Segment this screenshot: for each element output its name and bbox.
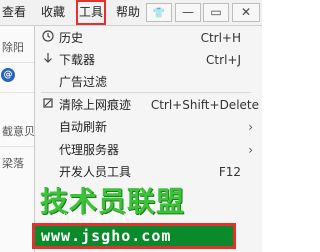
- menu-item-label: 下载器: [59, 53, 96, 67]
- menu-item-label: 自动刷新: [59, 120, 108, 134]
- site-logo-icon: @: [1, 68, 15, 82]
- eraser-icon: [41, 94, 55, 116]
- tools-dropdown-menu: 历史 Ctrl+H 下载器 Ctrl+J 广告过滤 清除上网痕迹 Ctrl+Sh…: [34, 26, 262, 252]
- menu-item-label: 历史: [59, 31, 84, 45]
- maximize-button[interactable]: ▭: [203, 3, 229, 22]
- chevron-right-icon: ›: [248, 143, 253, 157]
- shirt-icon: 👕: [152, 8, 166, 19]
- close-icon: ✕: [240, 5, 252, 19]
- background-page: 除阳 @ 截意贝 梁落: [0, 26, 34, 252]
- menu-item-auto-refresh[interactable]: 自动刷新 ›: [35, 116, 263, 138]
- menu-item-label: 代理服务器: [59, 143, 120, 157]
- background-text: 除阳: [2, 41, 24, 54]
- menu-view[interactable]: 查看: [0, 0, 28, 25]
- maximize-icon: ▭: [210, 5, 222, 19]
- menu-item-downloader[interactable]: 下载器 Ctrl+J: [35, 49, 263, 71]
- divider: [0, 92, 34, 93]
- menu-item-history[interactable]: 历史 Ctrl+H: [35, 27, 263, 49]
- minimize-button[interactable]: —: [175, 3, 201, 22]
- clock-icon: [41, 27, 55, 49]
- menu-bar: 查看 收藏 工具 帮助 👕 — ▭ ✕: [0, 0, 262, 26]
- menu-item-label: 开发人员工具: [59, 165, 132, 179]
- download-arrow-icon: [41, 49, 55, 71]
- shortcut-text: Ctrl+H: [200, 31, 241, 45]
- close-button[interactable]: ✕: [232, 3, 260, 22]
- divider: [0, 146, 34, 147]
- menu-item-ad-filter[interactable]: 广告过滤: [35, 71, 263, 93]
- menu-item-label: 广告过滤: [59, 75, 108, 89]
- menu-item-proxy-server[interactable]: 代理服务器 ›: [35, 139, 263, 161]
- shortcut-text: Ctrl+Shift+Delete: [150, 98, 259, 112]
- menu-separator: [41, 92, 251, 93]
- menu-item-developer-tools[interactable]: 开发人员工具 F12: [35, 161, 263, 183]
- background-text: 截意贝: [2, 125, 34, 138]
- menu-help[interactable]: 帮助: [111, 0, 145, 25]
- menu-tools[interactable]: 工具: [76, 0, 106, 25]
- menu-item-clear-traces[interactable]: 清除上网痕迹 Ctrl+Shift+Delete: [35, 94, 263, 116]
- background-text: 梁落: [2, 157, 24, 170]
- skin-button[interactable]: 👕: [146, 3, 172, 22]
- divider: [0, 62, 34, 63]
- menu-item-label: 清除上网痕迹: [59, 98, 132, 112]
- shortcut-text: Ctrl+J: [206, 53, 241, 67]
- menu-favorites[interactable]: 收藏: [36, 0, 70, 25]
- chevron-right-icon: ›: [248, 120, 253, 134]
- shortcut-text: F12: [218, 165, 241, 179]
- minimize-icon: —: [182, 5, 194, 19]
